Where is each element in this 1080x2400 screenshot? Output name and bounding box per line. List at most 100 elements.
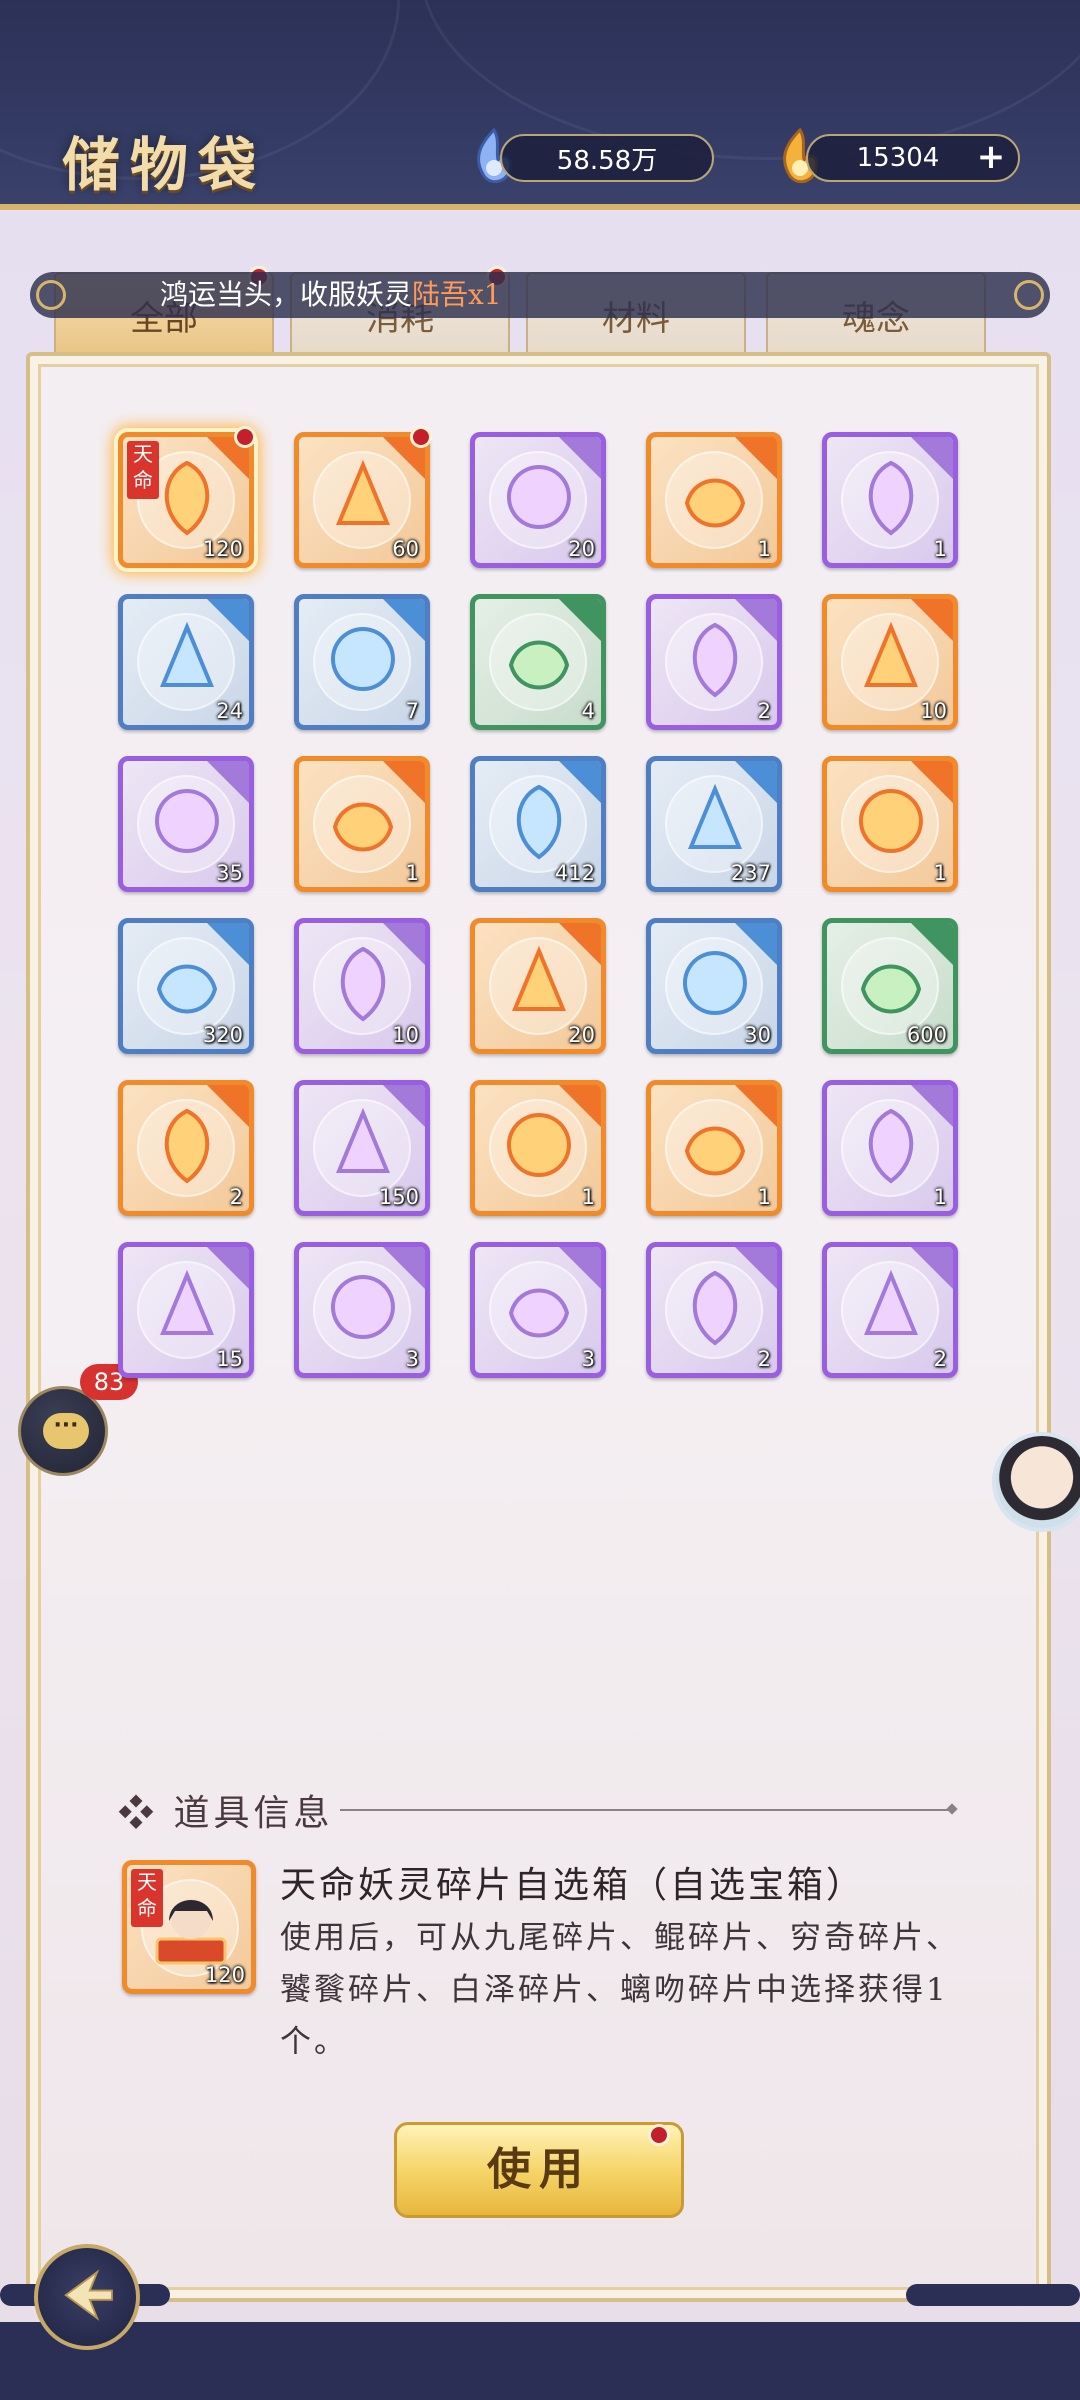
item-count: 1 xyxy=(581,1185,595,1209)
item-count: 1 xyxy=(757,1185,771,1209)
notification-dot xyxy=(648,2124,670,2146)
inventory-item[interactable]: 10 xyxy=(822,594,958,730)
item-art-icon xyxy=(864,1269,918,1335)
item-art-icon xyxy=(508,1288,570,1338)
item-count: 1 xyxy=(933,1185,947,1209)
inventory-item[interactable]: 1 xyxy=(822,756,958,892)
item-count: 2 xyxy=(757,1347,771,1371)
item-count: 320 xyxy=(202,1023,243,1047)
inventory-item[interactable]: 60 xyxy=(294,432,430,568)
item-count: 35 xyxy=(216,861,243,885)
item-art-icon xyxy=(336,459,390,525)
item-count: 237 xyxy=(730,861,771,885)
inventory-item[interactable]: 20 xyxy=(470,918,606,1054)
item-count: 15 xyxy=(216,1347,243,1371)
item-count: 150 xyxy=(378,1185,419,1209)
item-art-icon xyxy=(859,789,923,853)
inventory-item[interactable]: 7 xyxy=(294,594,430,730)
inventory-item[interactable]: 320 xyxy=(118,918,254,1054)
selected-item-icon: 天命 120 xyxy=(122,1860,256,1994)
inventory-item[interactable]: 150 xyxy=(294,1080,430,1216)
currency-gold-value: 15304 xyxy=(856,143,940,173)
add-currency-button[interactable]: + xyxy=(974,140,1008,176)
item-count: 3 xyxy=(581,1347,595,1371)
notification-dot xyxy=(234,426,256,448)
item-art-icon xyxy=(156,964,218,1014)
rarity-tag: 天命 xyxy=(131,1869,163,1927)
inventory-item[interactable]: 2 xyxy=(646,594,782,730)
inventory-item[interactable]: 1 xyxy=(646,1080,782,1216)
inventory-item[interactable]: 600 xyxy=(822,918,958,1054)
item-count: 30 xyxy=(744,1023,771,1047)
inventory-item[interactable]: 15 xyxy=(118,1242,254,1378)
chat-icon: ··· xyxy=(43,1413,89,1449)
inventory-item[interactable]: 天命 120 xyxy=(118,432,254,568)
inventory-item[interactable]: 30 xyxy=(646,918,782,1054)
ticker-text: 鸿运当头，收服妖灵 xyxy=(160,278,413,311)
inventory-item[interactable]: 2 xyxy=(646,1242,782,1378)
item-count: 2 xyxy=(229,1185,243,1209)
ticker-ornament xyxy=(1014,280,1044,310)
item-art-icon xyxy=(160,1269,214,1335)
item-count: 20 xyxy=(568,537,595,561)
inventory-item[interactable]: 3 xyxy=(294,1242,430,1378)
rarity-tag: 天命 xyxy=(127,441,159,499)
inventory-item[interactable]: 1 xyxy=(646,432,782,568)
inventory-item[interactable]: 4 xyxy=(470,594,606,730)
inventory-item[interactable]: 412 xyxy=(470,756,606,892)
item-count: 2 xyxy=(933,1347,947,1371)
bottom-bar xyxy=(0,2322,1080,2400)
item-art-icon xyxy=(864,621,918,687)
inventory-item[interactable]: 24 xyxy=(118,594,254,730)
item-name: 天命妖灵碎片自选箱（自选宝箱） xyxy=(280,1865,866,1906)
item-art-icon xyxy=(868,460,914,536)
item-count: 7 xyxy=(405,699,419,723)
inventory-item[interactable]: 2 xyxy=(822,1242,958,1378)
item-art-icon xyxy=(508,640,570,690)
inventory-item[interactable]: 237 xyxy=(646,756,782,892)
item-art-icon xyxy=(336,1107,390,1173)
item-count: 3 xyxy=(405,1347,419,1371)
item-art-icon xyxy=(331,1275,395,1339)
item-count: 10 xyxy=(920,699,947,723)
item-art-icon xyxy=(868,1108,914,1184)
inventory-item[interactable]: 35 xyxy=(118,756,254,892)
back-button[interactable] xyxy=(34,2244,140,2350)
item-count: 412 xyxy=(554,861,595,885)
item-art-icon xyxy=(164,1108,210,1184)
item-art-icon xyxy=(331,627,395,691)
item-art-icon xyxy=(512,945,566,1011)
item-count: 60 xyxy=(392,537,419,561)
item-art-icon xyxy=(688,783,742,849)
item-count: 1 xyxy=(405,861,419,885)
item-art-icon xyxy=(692,1270,738,1346)
inventory-item[interactable]: 20 xyxy=(470,432,606,568)
top-bar: 储物袋 58.58万 15304 + xyxy=(0,0,1080,210)
inventory-item[interactable]: 2 xyxy=(118,1080,254,1216)
item-count: 1 xyxy=(933,861,947,885)
item-description: 使用后，可从九尾碎片、鲲碎片、穷奇碎片、饕餮碎片、白泽碎片、螭吻碎片中选择获得1… xyxy=(280,1920,960,2060)
inventory-item[interactable]: 1 xyxy=(470,1080,606,1216)
item-art-icon xyxy=(516,784,562,860)
item-count: 120 xyxy=(202,537,243,561)
inventory-item[interactable]: 10 xyxy=(294,918,430,1054)
inventory-item[interactable]: 3 xyxy=(470,1242,606,1378)
item-art-icon xyxy=(160,621,214,687)
item-count: 1 xyxy=(757,537,771,561)
inventory-item[interactable]: 1 xyxy=(294,756,430,892)
notification-dot xyxy=(410,426,432,448)
item-art-icon xyxy=(507,465,571,529)
announcement-ticker: 鸿运当头，收服妖灵陆吾x1 xyxy=(30,272,1050,318)
item-count: 2 xyxy=(757,699,771,723)
item-count: 10 xyxy=(392,1023,419,1047)
ticker-highlight: 陆吾x1 xyxy=(412,278,502,311)
inventory-item[interactable]: 1 xyxy=(822,1080,958,1216)
currency-gold-display: 15304 + xyxy=(806,134,1020,182)
use-button[interactable]: 使用 xyxy=(394,2122,684,2218)
inventory-item[interactable]: 1 xyxy=(822,432,958,568)
item-count: 600 xyxy=(906,1023,947,1047)
ticker-ornament xyxy=(36,280,66,310)
back-arrow-icon xyxy=(64,2269,113,2321)
item-art-icon xyxy=(684,478,746,528)
item-count: 120 xyxy=(204,1963,245,1987)
